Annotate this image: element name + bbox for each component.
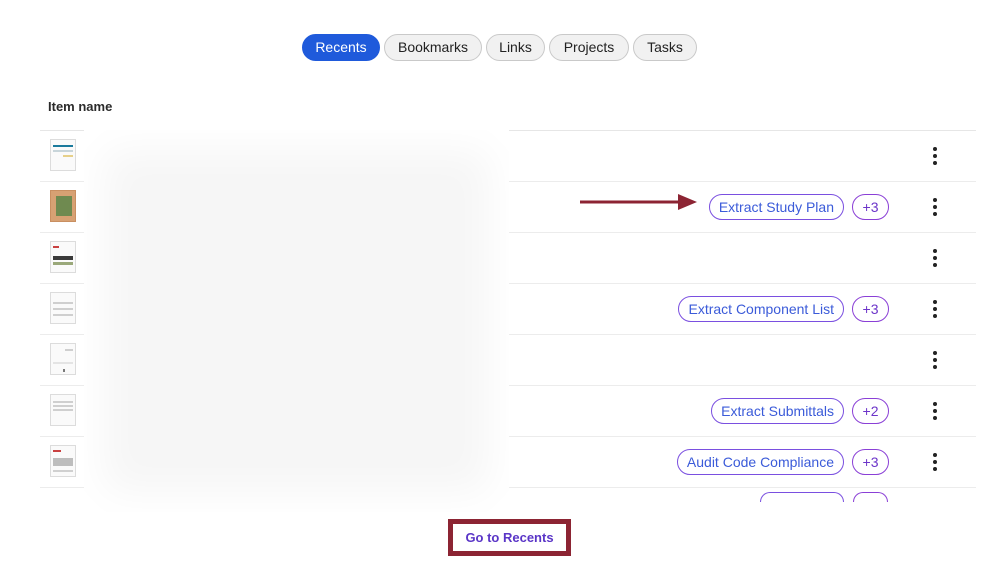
more-vertical-icon[interactable]	[927, 349, 943, 371]
drawing-thumbnail	[50, 445, 76, 477]
action-chip[interactable]: Extract Study Plan	[708, 194, 844, 220]
tab-bookmarks[interactable]: Bookmarks	[384, 34, 482, 61]
more-vertical-icon[interactable]	[927, 451, 943, 473]
redacted-item-names	[84, 130, 509, 512]
more-vertical-icon[interactable]	[927, 247, 943, 269]
recents-panel: Recents Bookmarks Links Projects Tasks I…	[0, 0, 999, 569]
more-vertical-icon[interactable]	[927, 298, 943, 320]
document-thumbnail	[50, 139, 76, 171]
action-chips: Extract Submittals +2	[711, 398, 889, 424]
tab-tasks[interactable]: Tasks	[633, 34, 697, 61]
document-thumbnail	[50, 343, 76, 375]
column-header-item-name: Item name	[48, 99, 113, 114]
tab-bar: Recents Bookmarks Links Projects Tasks	[0, 34, 999, 61]
action-chip[interactable]: Extract Submittals	[711, 398, 844, 424]
tab-projects[interactable]: Projects	[549, 34, 629, 61]
photo-thumbnail	[50, 190, 76, 222]
action-chips: Extract Component List +3	[678, 296, 889, 322]
more-actions-count-partial	[853, 492, 888, 502]
more-vertical-icon[interactable]	[927, 145, 943, 167]
action-chip-partial	[760, 492, 844, 502]
more-actions-count[interactable]: +3	[852, 194, 889, 220]
action-chips: Audit Code Compliance +3	[676, 449, 889, 475]
document-thumbnail	[50, 241, 76, 273]
action-chip[interactable]: Audit Code Compliance	[676, 449, 844, 475]
action-chip[interactable]: Extract Component List	[678, 296, 844, 322]
drawing-thumbnail	[50, 292, 76, 324]
action-chips: Extract Study Plan +3	[708, 194, 889, 220]
more-actions-count[interactable]: +2	[852, 398, 889, 424]
go-to-recents-button[interactable]: Go to Recents	[448, 519, 571, 556]
document-thumbnail	[50, 394, 76, 426]
tab-recents[interactable]: Recents	[302, 34, 380, 61]
more-vertical-icon[interactable]	[927, 196, 943, 218]
tab-links[interactable]: Links	[486, 34, 545, 61]
more-actions-count[interactable]: +3	[852, 449, 889, 475]
more-actions-count[interactable]: +3	[852, 296, 889, 322]
more-vertical-icon[interactable]	[927, 400, 943, 422]
arrow-right-icon	[580, 194, 697, 210]
